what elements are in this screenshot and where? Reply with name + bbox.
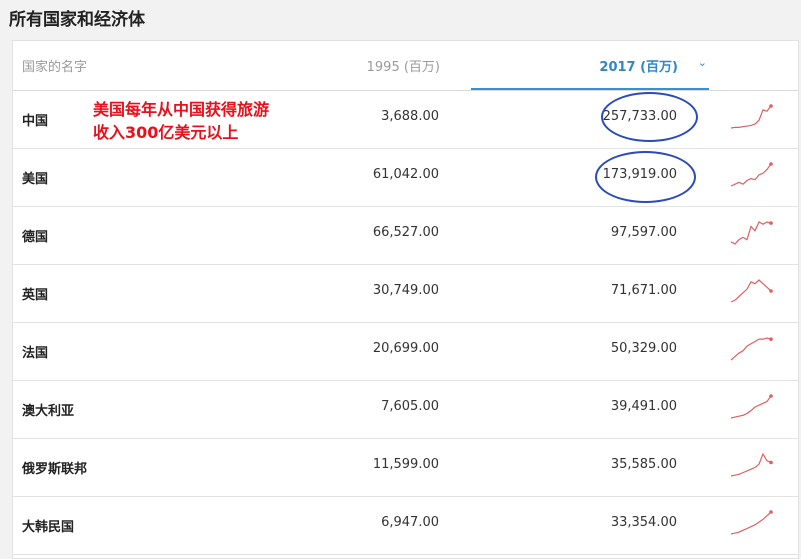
value-1995: 20,699.00 xyxy=(372,341,439,356)
value-1995: 11,599.00 xyxy=(372,457,439,472)
table-row[interactable]: 澳大利亚 7,605.00 39,491.00 xyxy=(13,380,798,439)
country-name[interactable]: 俄罗斯联邦 xyxy=(22,458,87,477)
annotation-line-2: 收入300亿美元以上 xyxy=(93,123,239,142)
value-2017: 71,671.00 xyxy=(610,283,677,298)
sparkline-endpoint xyxy=(769,510,773,514)
country-name[interactable]: 大韩民国 xyxy=(22,516,74,535)
column-header-1995[interactable]: 1995 (百万) xyxy=(367,56,440,75)
sparkline-line xyxy=(730,511,772,535)
column-header-2017-label: 2017 (百万) xyxy=(599,60,678,75)
country-name[interactable]: 澳大利亚 xyxy=(22,400,74,419)
sparkline-endpoint xyxy=(769,104,773,108)
sparkline-endpoint xyxy=(769,394,773,398)
sparkline-endpoint xyxy=(769,221,773,225)
page-title: 所有国家和经济体 xyxy=(9,10,145,30)
sparkline-line xyxy=(730,395,772,419)
sparkline-endpoint xyxy=(769,337,773,341)
sparkline-line xyxy=(730,105,772,129)
sparkline-endpoint xyxy=(769,460,773,465)
value-2017: 39,491.00 xyxy=(610,399,677,414)
country-name[interactable]: 英国 xyxy=(22,284,48,303)
trend-sparkline xyxy=(730,221,773,245)
sparkline-endpoint xyxy=(769,289,773,293)
table-row[interactable]: 俄罗斯联邦 11,599.00 35,585.00 xyxy=(13,438,798,497)
trend-sparkline xyxy=(730,104,773,129)
annotation-line-1: 美国每年从中国获得旅游 xyxy=(93,100,270,119)
column-header-2017[interactable]: 2017 (百万) ⌄ xyxy=(471,41,709,90)
trend-sparkline xyxy=(730,337,773,361)
trend-sparkline xyxy=(730,279,773,303)
value-2017: 97,597.00 xyxy=(610,225,677,240)
sparkline-line xyxy=(730,221,772,245)
country-name[interactable]: 中国 xyxy=(22,110,48,129)
chevron-down-icon[interactable]: ⌄ xyxy=(698,56,707,69)
country-name[interactable]: 法国 xyxy=(22,342,48,361)
highlight-circle-china xyxy=(601,92,698,142)
value-1995: 30,749.00 xyxy=(372,283,439,298)
sparkline-line xyxy=(730,163,772,187)
table-row[interactable]: 德国 66,527.00 97,597.00 xyxy=(13,206,798,265)
value-2017: 50,329.00 xyxy=(610,341,677,356)
sparkline-line xyxy=(730,337,772,361)
value-2017: 33,354.00 xyxy=(610,515,677,530)
trend-sparkline xyxy=(730,510,773,535)
country-name[interactable]: 德国 xyxy=(22,226,48,245)
table-row[interactable]: 法国 20,699.00 50,329.00 xyxy=(13,322,798,381)
column-header-name[interactable]: 国家的名字 xyxy=(22,56,87,75)
highlight-circle-usa xyxy=(595,151,696,203)
sparkline-endpoint xyxy=(769,162,773,166)
table-row[interactable]: 大韩民国 6,947.00 33,354.00 xyxy=(13,496,798,555)
table-header: 国家的名字 1995 (百万) 2017 (百万) ⌄ xyxy=(13,41,798,91)
value-1995: 61,042.00 xyxy=(372,167,439,182)
annotation: 美国每年从中国获得旅游 收入300亿美元以上 xyxy=(93,98,269,144)
value-1995: 6,947.00 xyxy=(381,515,439,530)
trend-sparkline xyxy=(730,394,773,419)
value-1995: 7,605.00 xyxy=(381,399,439,414)
value-1995: 66,527.00 xyxy=(372,225,439,240)
country-name[interactable]: 美国 xyxy=(22,168,48,187)
value-2017: 35,585.00 xyxy=(610,457,677,472)
sparkline-line xyxy=(730,452,772,477)
trend-sparkline xyxy=(730,162,773,187)
table-row[interactable]: 英国 30,749.00 71,671.00 xyxy=(13,264,798,323)
sparkline-line xyxy=(730,279,772,303)
value-1995: 3,688.00 xyxy=(381,109,439,124)
trend-sparkline xyxy=(730,452,773,477)
